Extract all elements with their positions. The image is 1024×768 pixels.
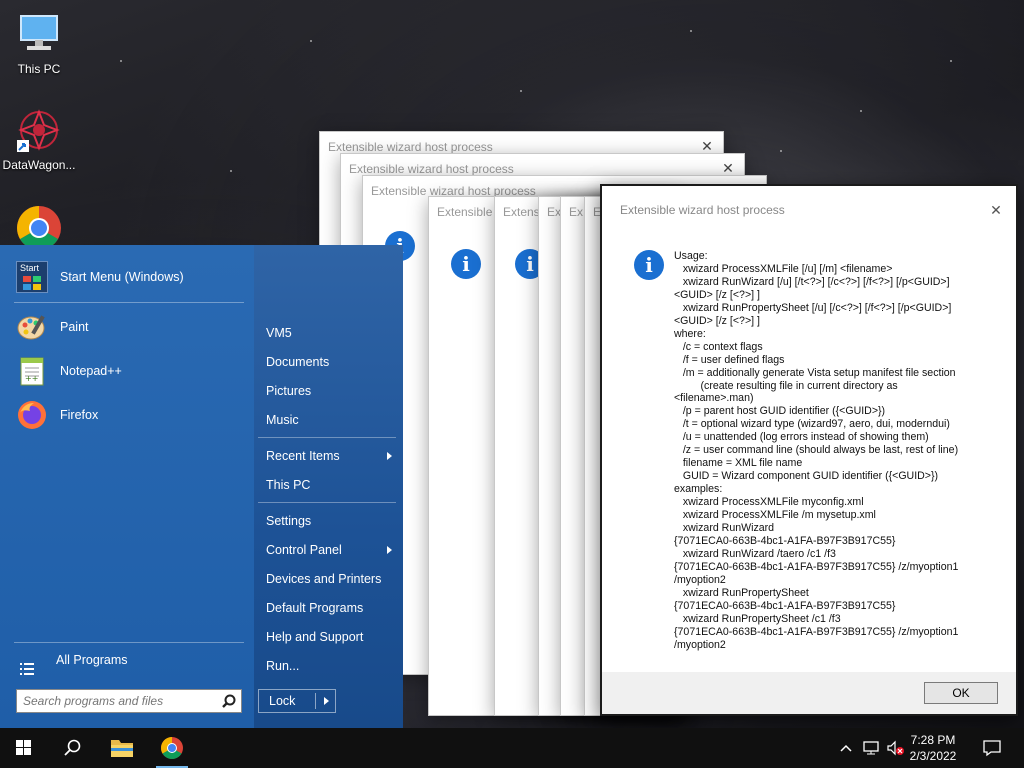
start-menu-right-vm5[interactable]: VM5 <box>258 321 398 345</box>
start-menu-right-help-support[interactable]: Help and Support <box>258 625 398 649</box>
chevron-up-icon[interactable] <box>838 740 854 756</box>
all-programs-label: All Programs <box>56 653 128 667</box>
start-menu-right-run[interactable]: Run... <box>258 654 398 678</box>
start-menu-right-recent-items[interactable]: Recent Items <box>258 444 398 468</box>
start-menu-header-label: Start Menu (Windows) <box>60 270 184 284</box>
right-item-label: Recent Items <box>266 449 340 463</box>
start-menu-right-control-panel[interactable]: Control Panel <box>258 538 398 562</box>
start-menu-item-label: Notepad++ <box>60 364 122 378</box>
right-item-label: Documents <box>266 355 330 369</box>
notifications-icon[interactable] <box>982 739 1002 757</box>
start-menu-right-pictures[interactable]: Pictures <box>258 379 398 403</box>
right-item-label: Settings <box>266 514 312 528</box>
right-item-label: VM5 <box>266 326 292 340</box>
search-button[interactable] <box>48 728 96 768</box>
right-item-label: Pictures <box>266 384 312 398</box>
dialog-footer: OK <box>602 672 1016 714</box>
chevron-right-icon <box>387 452 392 460</box>
start-menu-app-icon: Start <box>16 261 48 293</box>
start-menu-right-music[interactable]: Music <box>258 408 398 432</box>
computer-icon <box>15 10 63 58</box>
taskbar-clock[interactable]: 7:28 PM 2/3/2022 <box>902 732 964 764</box>
info-icon: i <box>634 250 664 280</box>
lock-label: Lock <box>269 694 296 708</box>
svg-text:++: ++ <box>25 374 38 383</box>
start-menu-item-label: Firefox <box>60 408 99 422</box>
wizard-dialog-front[interactable]: Extensible wizard host process ✕ i Usage… <box>600 184 1018 716</box>
chevron-right-icon[interactable] <box>324 697 329 705</box>
divider <box>315 693 316 709</box>
start-menu-item-label: Paint <box>60 320 89 334</box>
close-icon[interactable]: ✕ <box>699 138 715 154</box>
windows-logo-icon <box>16 740 31 755</box>
right-item-label: Control Panel <box>266 543 342 557</box>
separator <box>258 502 396 503</box>
datawagon-logo-icon <box>15 106 63 154</box>
info-icon: i <box>451 249 481 279</box>
separator <box>258 437 396 438</box>
dialog-title: Extensible wizard host process <box>620 203 785 217</box>
separator <box>14 302 244 303</box>
list-icon <box>20 652 34 675</box>
right-item-label: Help and Support <box>266 630 364 644</box>
start-menu-right-documents[interactable]: Documents <box>258 350 398 374</box>
taskbar: 7:28 PM 2/3/2022 <box>0 728 1024 768</box>
folder-icon <box>111 740 133 757</box>
desktop-icon-datawagon[interactable]: DataWagon... <box>1 106 77 172</box>
start-menu-item-paint[interactable]: Paint <box>0 307 254 347</box>
right-item-label: This PC <box>266 478 311 492</box>
right-item-label: Default Programs <box>266 601 364 615</box>
all-programs-button[interactable]: All Programs <box>0 640 254 680</box>
chrome-icon <box>161 737 183 759</box>
paint-icon <box>16 311 48 343</box>
chevron-right-icon <box>387 546 392 554</box>
desktop-icon-label: DataWagon... <box>2 158 76 172</box>
start-menu: Start Start Menu (Windows) Paint ++ Note… <box>0 245 403 728</box>
dialog-message: Usage: xwizard ProcessXMLFile [/u] [/m] … <box>674 250 959 651</box>
start-button[interactable] <box>0 728 48 768</box>
start-menu-item-firefox[interactable]: Firefox <box>0 395 254 435</box>
start-menu-item-notepadpp[interactable]: ++ Notepad++ <box>0 351 254 391</box>
search-input[interactable] <box>17 690 212 712</box>
start-icon-text: Start <box>20 263 40 273</box>
network-icon[interactable] <box>862 739 880 757</box>
start-search-box[interactable] <box>16 689 242 713</box>
start-menu-right-devices-printers[interactable]: Devices and Printers <box>258 567 398 591</box>
ok-button[interactable]: OK <box>924 682 998 704</box>
notepadpp-icon: ++ <box>16 355 48 387</box>
taskbar-file-explorer[interactable] <box>98 728 146 768</box>
start-menu-right-settings[interactable]: Settings <box>258 509 398 533</box>
right-item-label: Music <box>266 413 299 427</box>
start-menu-right-default-programs[interactable]: Default Programs <box>258 596 398 620</box>
search-icon <box>64 739 81 756</box>
close-icon[interactable]: ✕ <box>720 160 736 176</box>
start-menu-header-item[interactable]: Start Start Menu (Windows) <box>0 257 254 297</box>
taskbar-chrome[interactable] <box>148 728 196 768</box>
clock-date: 2/3/2022 <box>909 749 957 763</box>
close-icon[interactable]: ✕ <box>988 202 1004 218</box>
firefox-icon <box>16 399 48 431</box>
search-icon[interactable] <box>222 694 236 708</box>
desktop-icon-this-pc[interactable]: This PC <box>1 10 77 76</box>
start-menu-right-this-pc[interactable]: This PC <box>258 473 398 497</box>
right-item-label: Run... <box>266 659 300 673</box>
desktop-icon-label: This PC <box>17 62 61 76</box>
clock-time: 7:28 PM <box>910 733 956 747</box>
lock-button[interactable]: Lock <box>258 689 336 713</box>
right-item-label: Devices and Printers <box>266 572 382 586</box>
